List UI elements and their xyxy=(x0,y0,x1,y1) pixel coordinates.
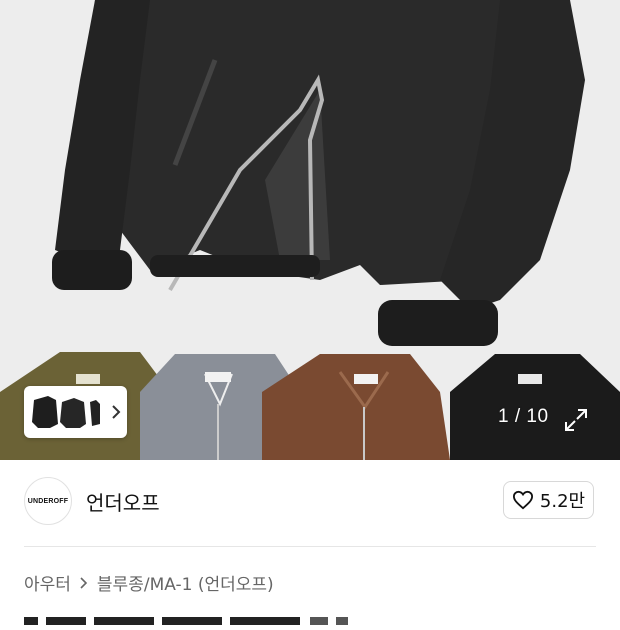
similar-items-card[interactable] xyxy=(24,386,127,438)
counter-separator: / xyxy=(514,406,521,427)
breadcrumb: 아우터 블루종/MA-1 (언더오프) xyxy=(24,570,274,595)
cut-off-title-glyphs xyxy=(24,617,348,625)
chevron-right-icon xyxy=(112,405,121,419)
breadcrumb-item-category[interactable]: 블루종/MA-1 (언더오프) xyxy=(97,570,274,595)
expand-arrows-icon[interactable] xyxy=(563,407,589,433)
counter-total: 10 xyxy=(526,406,549,427)
brown-variant-thumb[interactable] xyxy=(262,354,450,460)
brand-logo-text: UNDEROFF xyxy=(27,497,69,505)
brand-logo[interactable]: UNDEROFF xyxy=(24,477,72,525)
brand-name[interactable]: 언더오프 xyxy=(86,487,160,516)
similar-items-thumbnails xyxy=(32,396,100,428)
heart-outline-icon xyxy=(512,490,533,510)
like-button[interactable]: 5.2만 xyxy=(503,481,594,519)
chevron-right-icon xyxy=(80,576,88,589)
breadcrumb-item-outer[interactable]: 아우터 xyxy=(24,570,71,595)
divider xyxy=(24,546,596,547)
like-count: 5.2만 xyxy=(539,491,586,512)
image-counter: 1 / 10 xyxy=(498,406,549,428)
product-title-partial xyxy=(24,606,424,630)
counter-current: 1 xyxy=(498,406,510,427)
